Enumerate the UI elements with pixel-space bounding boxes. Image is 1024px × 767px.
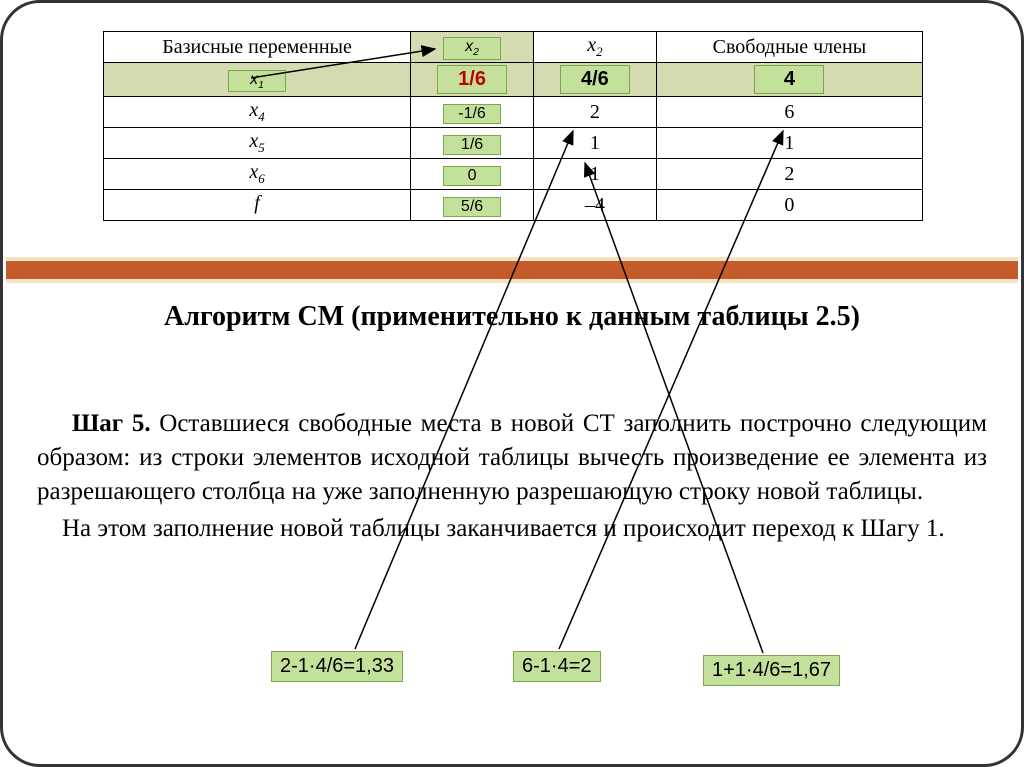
cell-c1: 1/6: [411, 128, 534, 159]
cell-c1: 5/6: [411, 190, 534, 221]
simplex-table: Базисные переменные x2 x2 Свободные член…: [103, 31, 923, 221]
table-row: f 5/6 –4 0: [104, 190, 923, 221]
cell-c1: 0: [411, 159, 534, 190]
cell-c2: 2: [533, 97, 656, 128]
section-heading: Алгоритм СМ (применительно к данным табл…: [3, 301, 1021, 333]
cell-r1-c1: 1/6: [411, 63, 534, 97]
paragraph-1: Шаг 5. Оставшиеся свободные места в ново…: [37, 407, 987, 508]
calc-box-1: 2-1·4/6=1,33: [271, 651, 403, 682]
row1-col2-box: 4/6: [560, 65, 630, 94]
cell-free: 0: [656, 190, 922, 221]
paragraph-1-text: Оставшиеся свободные места в новой СТ за…: [37, 410, 987, 505]
greenbox: -1/6: [443, 104, 501, 124]
calc-box-2: 6-1·4=2: [513, 651, 601, 682]
cell-c2: –4: [533, 190, 656, 221]
table-row: x4 -1/6 2 6: [104, 97, 923, 128]
cell-free: 2: [656, 159, 922, 190]
pivot-element-box: 1/6: [437, 65, 507, 94]
table-row: x5 1/6 1 1: [104, 128, 923, 159]
cell-basis: x4: [104, 97, 411, 128]
cell-r1-free: 4: [656, 63, 922, 97]
cell-basis-x1: x1: [104, 63, 411, 97]
step-label: Шаг 5.: [72, 410, 151, 437]
greenbox: 1/6: [443, 135, 501, 155]
x2-highlight-box: x2: [443, 37, 501, 59]
separator-bar: [6, 257, 1018, 283]
cell-free: 6: [656, 97, 922, 128]
row1-free-box: 4: [754, 65, 824, 94]
table-row: x6 0 1 2: [104, 159, 923, 190]
cell-basis: x5: [104, 128, 411, 159]
cell-free: 1: [656, 128, 922, 159]
header-basis: Базисные переменные: [104, 32, 411, 63]
paragraph-2: На этом заполнение новой таблицы заканчи…: [37, 512, 987, 546]
body-text: Шаг 5. Оставшиеся свободные места в ново…: [37, 407, 987, 550]
cell-c1: -1/6: [411, 97, 534, 128]
greenbox: 5/6: [443, 197, 501, 217]
calc-box-3: 1+1·4/6=1,67: [703, 655, 840, 686]
slide-frame: Базисные переменные x2 x2 Свободные член…: [0, 0, 1024, 767]
cell-c2: 1: [533, 159, 656, 190]
x1-highlight-box: x1: [228, 70, 286, 92]
greenbox: 0: [443, 166, 501, 186]
cell-basis: x6: [104, 159, 411, 190]
header-free: Свободные члены: [656, 32, 922, 63]
header-x2-highlighted: x2: [411, 32, 534, 63]
table-row-pivot: x1 1/6 4/6 4: [104, 63, 923, 97]
cell-r1-c2: 4/6: [533, 63, 656, 97]
table-header-row: Базисные переменные x2 x2 Свободные член…: [104, 32, 923, 63]
header-x2: x2: [533, 32, 656, 63]
cell-basis: f: [104, 190, 411, 221]
paragraph-2-text: На этом заполнение новой таблицы заканчи…: [62, 515, 945, 542]
cell-c2: 1: [533, 128, 656, 159]
